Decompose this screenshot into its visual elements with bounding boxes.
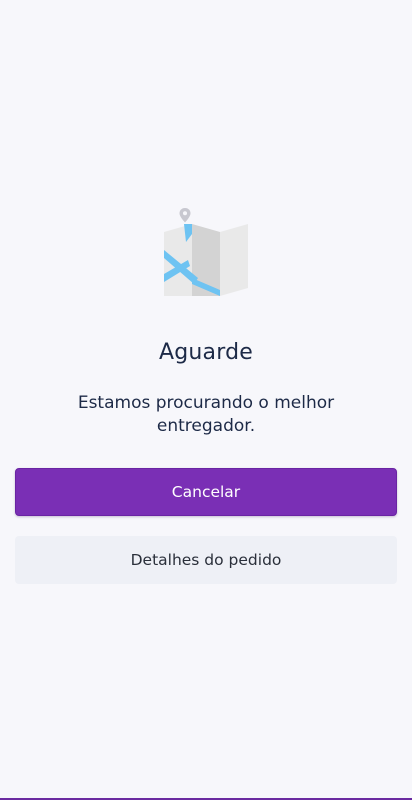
folded-map-icon — [164, 208, 248, 296]
order-details-button-label: Detalhes do pedido — [130, 551, 282, 569]
map-pin-icon — [179, 208, 191, 223]
cancel-button-label: Cancelar — [171, 483, 241, 501]
order-details-button[interactable]: Detalhes do pedido — [15, 536, 397, 584]
cancel-button[interactable]: Cancelar — [15, 468, 397, 516]
status-message: Estamos procurando o melhor entregador. — [77, 393, 335, 436]
status-title: Aguarde — [159, 340, 253, 365]
